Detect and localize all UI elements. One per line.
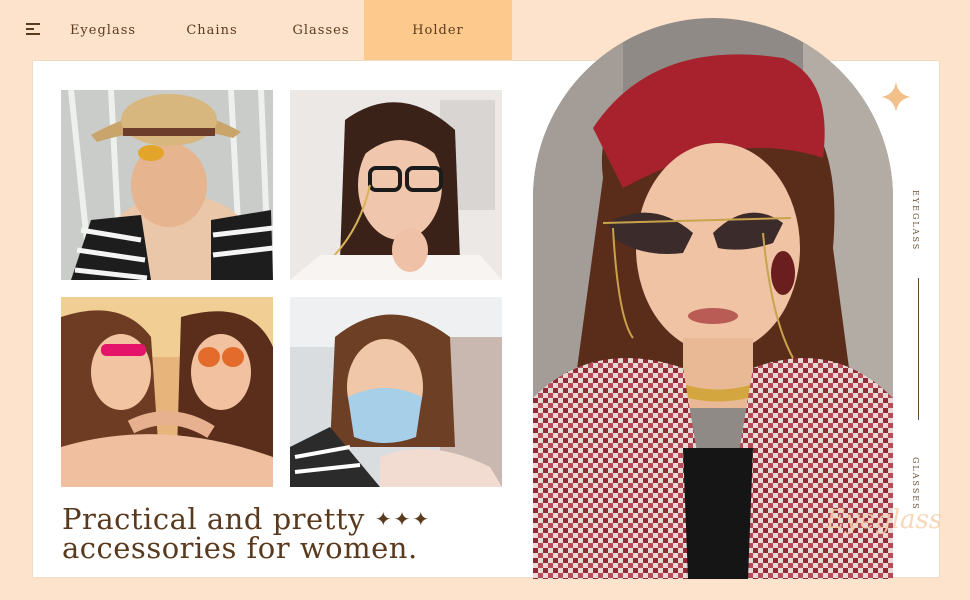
- nav-tab-holder[interactable]: Holder: [364, 0, 512, 60]
- star-icon: ✦✦✦: [374, 507, 432, 531]
- photo-face-mask: [290, 297, 502, 487]
- menu-icon[interactable]: [26, 23, 40, 37]
- headline-line2: accessories for women.: [62, 531, 418, 565]
- side-label-glasses: GLASSES: [911, 457, 920, 511]
- side-divider: [918, 278, 919, 420]
- photo-friends-sunglasses: [61, 297, 273, 487]
- side-label-eyeglass: EYEGLASS: [911, 190, 920, 252]
- headline: Practical and pretty ✦✦✦ accessories for …: [62, 505, 431, 563]
- nav-tab-chains[interactable]: Chains: [166, 0, 258, 60]
- hero-photo-beret: [533, 18, 893, 579]
- photo-straw-hat: [61, 90, 273, 280]
- nav-tab-eyeglass[interactable]: Eyeglass: [57, 0, 149, 60]
- photo-black-glasses: [290, 90, 502, 280]
- nav-tab-glasses[interactable]: Glasses: [275, 0, 367, 60]
- top-nav: Eyeglass Chains Glasses Holder: [0, 0, 970, 60]
- sparkle-icon: [881, 82, 911, 112]
- watermark-text: Eyeglass: [826, 505, 943, 535]
